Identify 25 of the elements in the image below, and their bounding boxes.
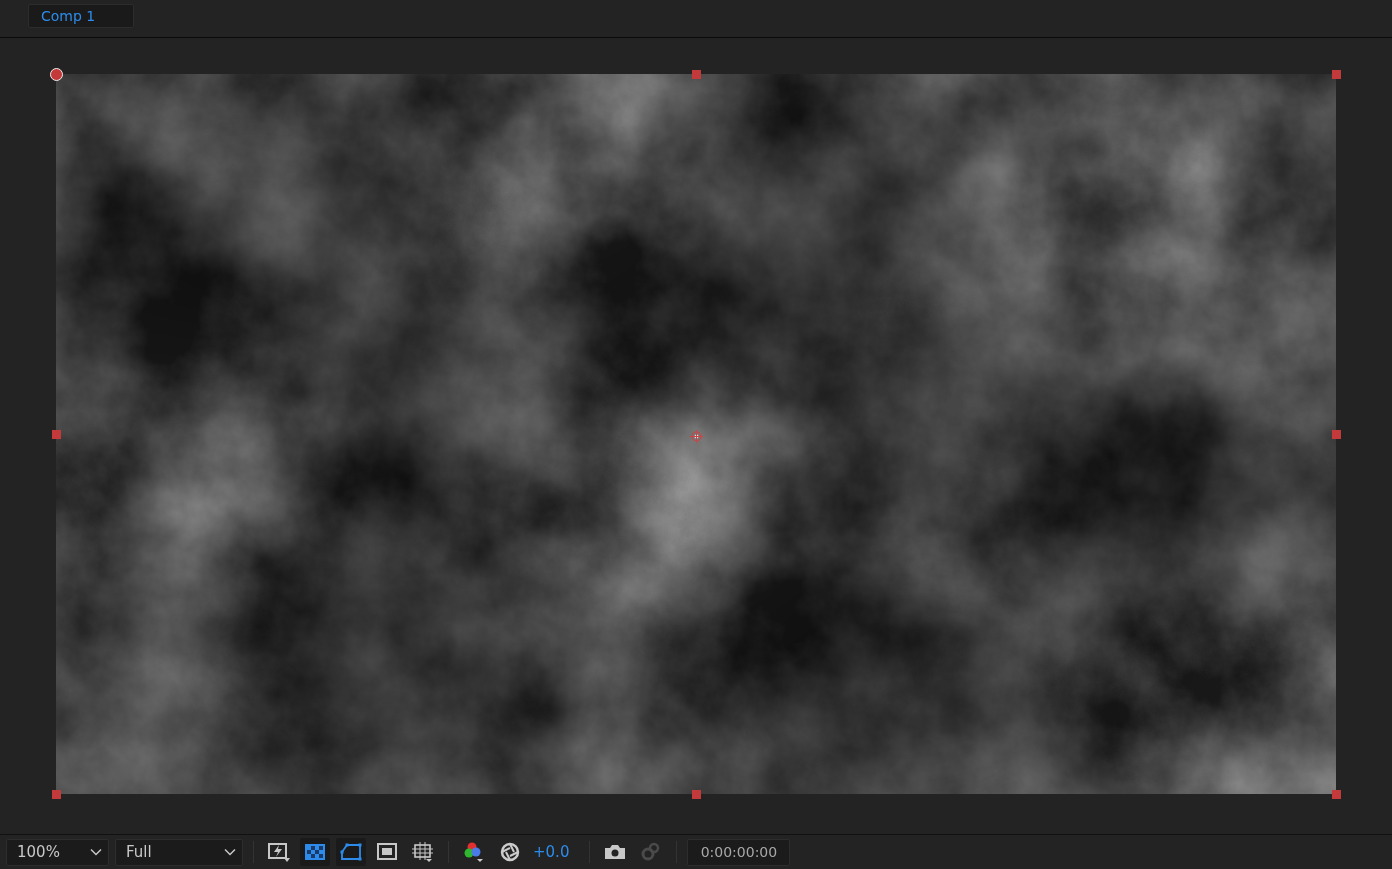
exposure-value[interactable]: +0.0 [533,843,570,861]
magnification-dropdown[interactable]: 100% [6,838,109,866]
aperture-icon [499,841,521,863]
layer-handle[interactable] [50,68,63,81]
resolution-dropdown[interactable]: Full [115,838,243,866]
chevron-down-icon [90,848,102,856]
composition-tab[interactable]: Comp 1 [28,4,134,28]
rgb-circles-icon [462,841,486,863]
layer-handle[interactable] [52,790,61,799]
checkerboard-icon [303,841,327,863]
layer-handle[interactable] [1332,790,1341,799]
timecode-field[interactable]: 0:00:00:00 [687,838,791,866]
layer-handle[interactable] [52,430,61,439]
mask-path-button[interactable] [336,838,366,866]
mask-path-icon [339,841,363,863]
chevron-down-icon [224,848,236,856]
layer-handle[interactable] [1332,70,1341,79]
grid-icon [411,841,435,863]
region-icon [375,841,399,863]
anchor-point-icon[interactable] [690,428,703,441]
layer-handle[interactable] [692,790,701,799]
layer-handle[interactable] [692,70,701,79]
layer-handle[interactable] [1332,430,1341,439]
checkerboard-button[interactable] [300,838,330,866]
lightning-screen-icon [267,841,291,863]
